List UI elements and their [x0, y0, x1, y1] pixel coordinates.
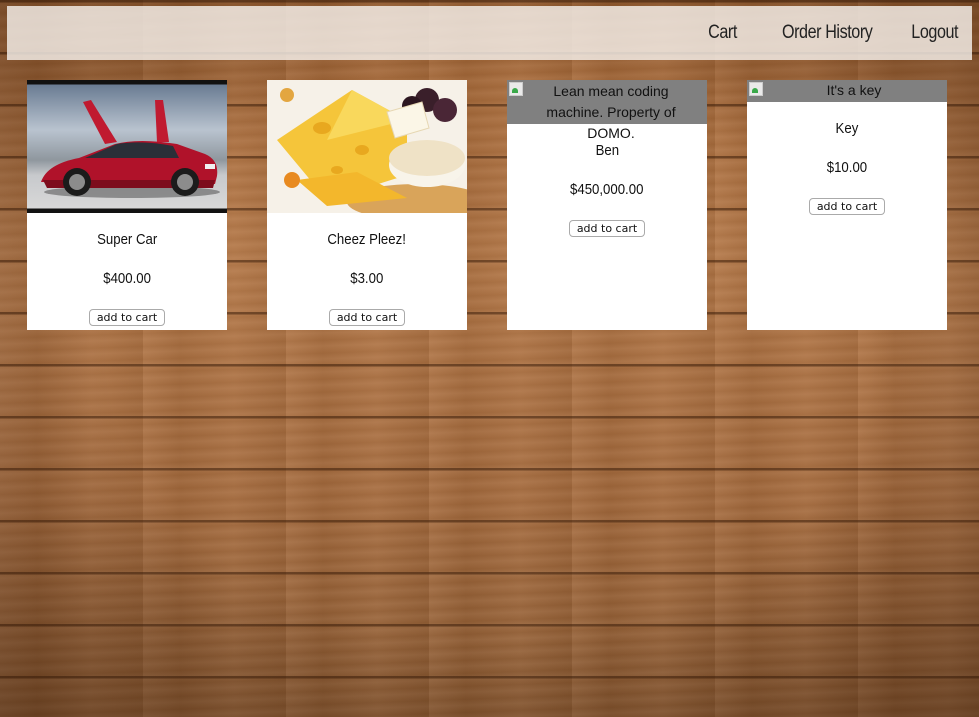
product-price: $10.00 [826, 159, 868, 176]
add-to-cart-button[interactable]: add to cart [88, 309, 166, 326]
broken-image[interactable]: It's a key [747, 80, 947, 102]
car-illustration [41, 100, 220, 198]
image-alt-text: Lean mean coding machine. Property of DO… [546, 83, 676, 141]
add-to-cart-button[interactable]: add to cart [808, 198, 886, 215]
product-price: $400.00 [103, 270, 151, 287]
broken-image-icon [749, 82, 763, 96]
broken-image-icon [509, 82, 523, 96]
product-name: Super Car [96, 231, 158, 248]
add-to-cart-button[interactable]: add to cart [328, 309, 406, 326]
product-card-super-car: Super Car $400.00 add to cart [27, 80, 227, 330]
product-card-key: It's a key Key $10.00 add to cart [747, 80, 947, 330]
nav-logout-link[interactable]: Logout [911, 22, 958, 44]
product-card-ben: Lean mean coding machine. Property of DO… [507, 80, 707, 330]
car-image[interactable] [27, 80, 227, 213]
top-navbar: Cart Order History Logout [7, 6, 972, 60]
broken-image[interactable]: Lean mean coding machine. Property of DO… [507, 80, 707, 141]
nav-cart-link[interactable]: Cart [708, 22, 737, 44]
nav-order-history-link[interactable]: Order History [782, 22, 873, 44]
product-price: $450,000.00 [570, 181, 644, 198]
product-name: Cheez Pleez! [327, 231, 407, 248]
product-name: Ben [595, 142, 619, 159]
cheese-illustration [267, 80, 467, 213]
product-name: Key [835, 120, 859, 137]
product-price: $3.00 [350, 270, 384, 287]
product-card-cheez-pleez: Cheez Pleez! $3.00 add to cart [267, 80, 467, 330]
add-to-cart-button[interactable]: add to cart [568, 220, 646, 237]
cheese-image[interactable] [267, 80, 467, 213]
image-alt-text: It's a key [826, 82, 882, 98]
